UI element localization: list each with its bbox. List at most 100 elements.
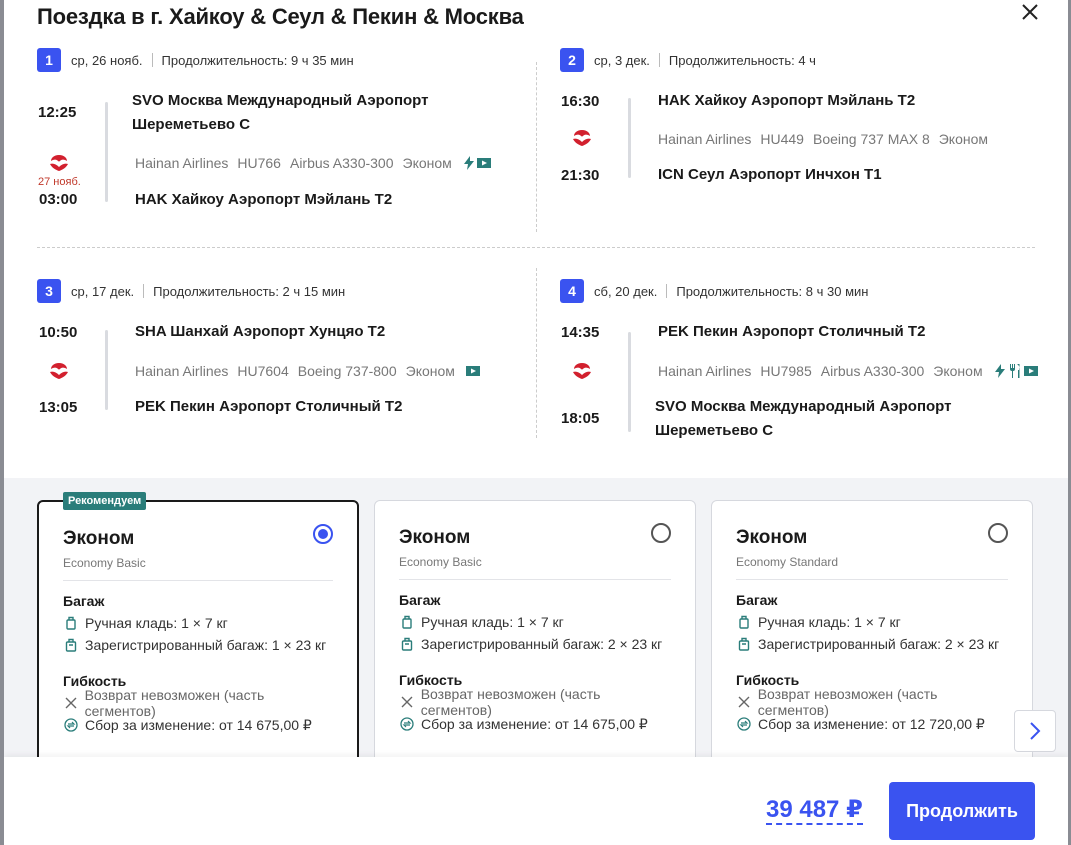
timeline [105,102,108,202]
arrival-time: 13:05 [39,399,78,416]
change-fee-row: Сбор за изменение: от 12 720,00 ₽ [736,716,1008,732]
fare-radio[interactable] [651,523,671,543]
segment-duration: Продолжительность: 2 ч 15 мин [153,283,346,299]
baggage-title: Багаж [736,592,778,608]
departure-airport: PEK Пекин Аэропорт Столичный T2 [658,323,926,340]
baggage-title: Багаж [399,592,441,608]
segment-date: сб, 20 дек. [594,283,658,299]
exchange-icon [63,717,79,733]
timeline [628,98,631,178]
segment-number: 2 [560,48,584,72]
total-price[interactable]: 39 487 ₽ [766,797,863,825]
fare-name: Эконом [736,527,808,548]
carry-on-bag-icon [63,615,79,631]
segment-duration: Продолжительность: 9 ч 35 мин [161,52,354,68]
arrival-time: 21:30 [561,167,600,184]
arrival-time: 18:05 [561,410,600,427]
carry-on-row: Ручная кладь: 1 × 7 кг [736,614,1008,630]
carry-on-row: Ручная кладь: 1 × 7 кг [63,615,333,631]
hainan-airlines-logo-icon [50,155,68,171]
departure-time: 14:35 [561,324,600,341]
segment-3: 3 ср, 17 дек. Продолжительность: 2 ч 15 … [37,279,527,303]
fare-card[interactable]: Рекомендуем Эконом Economy Basic Багаж Р… [37,492,359,770]
divider [536,62,537,232]
timeline [105,330,108,410]
hainan-airlines-logo-icon [50,363,68,379]
segment-number: 4 [560,279,584,303]
cross-icon [399,694,415,710]
hainan-airlines-logo-icon [573,130,591,146]
checked-bag-icon [736,636,752,652]
segment-4: 4 сб, 20 дек. Продолжительность: 8 ч 30 … [560,279,1050,303]
fare-radio[interactable] [988,523,1008,543]
carry-on-bag-icon [399,614,415,630]
baggage-title: Багаж [63,593,105,609]
arrival-time: 03:00 [39,191,78,208]
checked-bag-row: Зарегистрированный багаж: 1 × 23 кг [63,637,333,653]
departure-time: 16:30 [561,93,600,110]
flight-meta: Hainan Airlines HU766 Airbus A330-300 Эк… [135,155,500,171]
meal-icon [1009,364,1020,378]
entertainment-icon [476,158,491,168]
carry-on-row: Ручная кладь: 1 × 7 кг [399,614,671,630]
fare-subtitle: Economy Basic [63,556,146,570]
modal-title: Поездка в г. Хайкоу & Сеул & Пекин & Мос… [37,4,524,29]
timeline [628,332,631,432]
checked-bag-row: Зарегистрированный багаж: 2 × 23 кг [736,636,1008,652]
segment-1: 1 ср, 26 нояб. Продолжительность: 9 ч 35… [37,48,527,72]
segment-number: 1 [37,48,61,72]
fare-card[interactable]: Эконом Economy Standard Багаж Ручная кла… [711,500,1033,770]
flight-meta: Hainan Airlines HU449 Boeing 737 MAX 8 Э… [658,131,989,147]
fare-name: Эконом [399,527,471,548]
power-icon [994,364,1005,378]
change-fee-row: Сбор за изменение: от 14 675,00 ₽ [399,716,671,732]
cross-icon [736,694,752,710]
divider [37,247,1035,248]
cross-icon [63,695,79,711]
hainan-airlines-logo-icon [573,363,591,379]
segment-number: 3 [37,279,61,303]
fare-name: Эконом [63,528,135,549]
arrival-airport: HAK Хайкоу Аэропорт Мэйлань T2 [135,191,393,208]
fare-card[interactable]: Эконом Economy Basic Багаж Ручная кладь:… [374,500,696,770]
segment-date: ср, 17 дек. [71,283,135,299]
next-fares-button[interactable] [1014,710,1056,752]
exchange-icon [399,716,415,732]
next-day-label: 27 нояб. [38,176,81,188]
arrival-airport: SVO Москва Международный Аэропорт Шереме… [655,398,952,439]
departure-airport: HAK Хайкоу Аэропорт Мэйлань T2 [658,92,916,109]
departure-airport: SHA Шанхай Аэропорт Хунцяо T2 [135,323,386,340]
fare-subtitle: Economy Standard [736,555,839,569]
segment-duration: Продолжительность: 4 ч [668,52,816,68]
segment-duration: Продолжительность: 8 ч 30 мин [676,283,869,299]
refund-row: Возврат невозможен (часть сегментов) [399,686,671,718]
recommended-badge: Рекомендуем [63,492,147,510]
refund-row: Возврат невозможен (часть сегментов) [63,687,333,719]
change-fee-row: Сбор за изменение: от 14 675,00 ₽ [63,717,333,733]
segment-2: 2 ср, 3 дек. Продолжительность: 4 ч [560,48,1050,72]
exchange-icon [736,716,752,732]
arrival-airport: ICN Сеул Аэропорт Инчхон T1 [658,166,882,183]
continue-button[interactable]: Продолжить [889,782,1035,840]
power-icon [463,156,474,170]
entertainment-icon [465,366,480,376]
divider [536,268,537,438]
departure-airport: SVO Москва Международный Аэропорт Шереме… [132,92,429,133]
refund-row: Возврат невозможен (часть сегментов) [736,686,1008,718]
fare-subtitle: Economy Basic [399,555,482,569]
segment-date: ср, 26 нояб. [71,52,143,68]
chevron-right-icon [1030,722,1041,740]
checked-bag-icon [63,637,79,653]
checked-bag-row: Зарегистрированный багаж: 2 × 23 кг [399,636,671,652]
checked-bag-icon [399,636,415,652]
close-icon[interactable] [1018,0,1042,24]
segment-date: ср, 3 дек. [594,52,650,68]
flight-meta: Hainan Airlines HU7985 Airbus A330-300 Э… [658,363,1047,379]
departure-time: 10:50 [39,324,78,341]
flight-meta: Hainan Airlines HU7604 Boeing 737-800 Эк… [135,363,489,379]
fare-radio[interactable] [313,524,333,544]
itinerary-modal: Поездка в г. Хайкоу & Сеул & Пекин & Мос… [4,0,1068,845]
entertainment-icon [1023,366,1038,376]
carry-on-bag-icon [736,614,752,630]
departure-time: 12:25 [38,104,77,121]
